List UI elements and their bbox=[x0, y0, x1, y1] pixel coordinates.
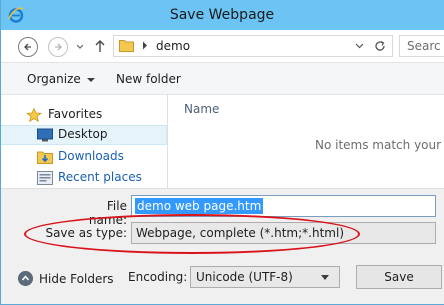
save-button[interactable]: Save bbox=[356, 265, 442, 289]
address-dropdown-icon[interactable] bbox=[355, 43, 364, 49]
up-arrow-icon[interactable] bbox=[94, 39, 106, 53]
search-placeholder: Searc bbox=[407, 39, 441, 53]
sidebar-item-label: Downloads bbox=[58, 149, 124, 163]
collapse-up-icon bbox=[18, 271, 33, 286]
encoding-label: Encoding: bbox=[128, 270, 188, 284]
forward-button[interactable] bbox=[48, 37, 68, 57]
navigation-bar: demo Searc bbox=[0, 30, 444, 62]
sidebar-item-desktop[interactable]: Desktop bbox=[0, 125, 167, 145]
forward-arrow-icon bbox=[55, 43, 62, 51]
title-bar[interactable]: Save Webpage bbox=[0, 0, 444, 30]
back-arrow-icon bbox=[24, 43, 31, 51]
sidebar-item-recent-places[interactable]: Recent places bbox=[0, 168, 167, 188]
save-form: File name: demo web page.htm Save as typ… bbox=[0, 188, 444, 305]
chevron-down-icon bbox=[321, 275, 329, 280]
empty-message: No items match your s bbox=[315, 138, 444, 152]
window-title: Save Webpage bbox=[169, 7, 275, 23]
recent-places-icon bbox=[37, 171, 53, 185]
sidebar-item-downloads[interactable]: Downloads bbox=[0, 147, 167, 167]
breadcrumb-separator-icon[interactable] bbox=[142, 41, 148, 50]
address-bar[interactable]: demo bbox=[113, 35, 393, 57]
sidebar-item-label: Desktop bbox=[58, 127, 108, 141]
folder-icon bbox=[119, 40, 134, 52]
desktop-icon bbox=[37, 128, 53, 142]
sidebar-item-label: Favorites bbox=[48, 107, 103, 121]
encoding-dropdown[interactable]: Unicode (UTF-8) bbox=[190, 266, 340, 288]
file-name-value: demo web page.htm bbox=[135, 198, 264, 214]
save-as-type-value: Webpage, complete (*.htm;*.html) bbox=[136, 226, 344, 240]
refresh-icon[interactable] bbox=[374, 40, 386, 52]
new-folder-button[interactable]: New folder bbox=[116, 72, 181, 86]
back-button[interactable] bbox=[18, 37, 38, 57]
navigation-pane: Favorites Desktop Downloads Recent place… bbox=[0, 95, 167, 188]
downloads-icon bbox=[37, 151, 53, 164]
star-icon bbox=[26, 108, 42, 122]
command-toolbar: Organize New folder bbox=[0, 62, 444, 95]
file-name-label: File name: bbox=[88, 199, 127, 227]
save-as-type-label: Save as type: bbox=[45, 226, 127, 240]
organize-caret-icon bbox=[86, 77, 95, 82]
save-webpage-dialog: Save Webpage demo Searc Organize New fol… bbox=[0, 0, 444, 305]
organize-label: Organize bbox=[27, 72, 81, 86]
encoding-value: Unicode (UTF-8) bbox=[196, 270, 293, 284]
file-list[interactable]: Name No items match your s bbox=[168, 95, 444, 188]
recent-locations-chevron-icon[interactable] bbox=[75, 40, 85, 52]
sidebar-item-label: Recent places bbox=[58, 170, 142, 184]
hide-folders-label: Hide Folders bbox=[39, 272, 114, 286]
column-header-name[interactable]: Name bbox=[184, 102, 219, 116]
search-box[interactable]: Searc bbox=[399, 35, 444, 57]
save-as-type-dropdown[interactable]: Webpage, complete (*.htm;*.html) bbox=[131, 222, 436, 244]
breadcrumb-demo[interactable]: demo bbox=[156, 39, 190, 53]
sidebar-item-favorites[interactable]: Favorites bbox=[0, 105, 167, 125]
file-name-input[interactable]: demo web page.htm bbox=[131, 195, 436, 217]
organize-button[interactable]: Organize bbox=[27, 72, 95, 86]
